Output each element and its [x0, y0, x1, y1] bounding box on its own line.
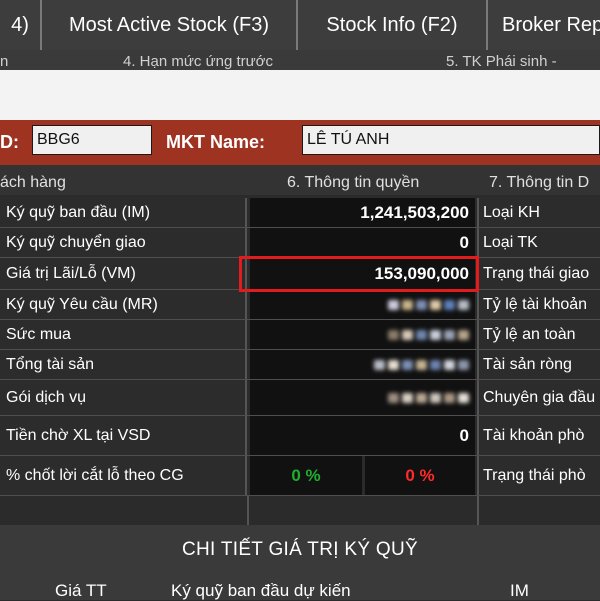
tab-label: Stock Info (F2): [326, 13, 458, 36]
blank-panel: [0, 70, 600, 120]
tab-info-d[interactable]: 7. Thông tin D: [489, 165, 589, 195]
account-id-value: BBG6: [37, 131, 80, 148]
row-value-redacted: [250, 290, 475, 319]
row-label: Ký quỹ chuyển giao: [0, 228, 247, 257]
subnav-item-derivatives-account[interactable]: 5. TK Phái sinh -: [446, 50, 557, 70]
redacted-blur: [250, 392, 469, 403]
column-header-expected-im: Ký quỹ ban đầu dự kiến: [171, 581, 351, 600]
table-row-service-package: Gói dịch vụ Chuyên gia đầu: [0, 380, 600, 416]
row-value: 0: [250, 416, 475, 455]
tab-rights-info[interactable]: 6. Thông tin quyền: [287, 165, 419, 195]
row-right-label: Tài sản ròng: [477, 350, 600, 379]
top-tab-bar: 4) Most Active Stock (F3) Stock Info (F2…: [0, 0, 600, 50]
sub-navigation: n 4. Hạn mức ứng trước 5. TK Phái sinh -: [0, 50, 600, 70]
row-label: Tiền chờ XL tại VSD: [0, 416, 247, 455]
row-value: 1,241,503,200: [250, 198, 475, 227]
row-label: Sức mua: [0, 320, 247, 349]
row-label: Ký quỹ Yêu cầu (MR): [0, 290, 247, 319]
profit-percent: 0 %: [250, 456, 362, 495]
tab-customer-info[interactable]: ách hàng: [0, 165, 66, 195]
redacted-blur: [250, 359, 469, 370]
redacted-blur: [250, 299, 469, 310]
tab-broker-rep[interactable]: Broker Rep: [488, 0, 600, 50]
row-right-label: Tỷ lệ an toàn: [477, 320, 600, 349]
table-row-im: Ký quỹ ban đầu (IM) 1,241,503,200 Loại K…: [0, 198, 600, 228]
highlight-box: [239, 256, 479, 292]
tab-label: 4): [11, 13, 29, 36]
account-id-label: D:: [0, 132, 19, 152]
table-row-total-assets: Tổng tài sản Tài sản ròng: [0, 350, 600, 380]
margin-detail-title: CHI TIẾT GIÁ TRỊ KÝ QUỸ: [0, 525, 600, 575]
account-id-field[interactable]: BBG6: [32, 125, 152, 155]
row-label: Giá trị Lãi/Lỗ (VM): [0, 258, 247, 289]
table-row-buying-power: Sức mua Tỷ lệ an toàn: [0, 320, 600, 350]
spacer-row: [0, 496, 600, 525]
mkt-name-label: MKT Name:: [166, 132, 266, 152]
row-right-label: Loại TK: [477, 228, 600, 257]
tab-stock-info[interactable]: Stock Info (F2): [298, 0, 488, 50]
subnav-item-advance-limit[interactable]: 4. Hạn mức ứng trước: [123, 50, 273, 70]
table-row-mr: Ký quỹ Yêu cầu (MR) Tỷ lệ tài khoản: [0, 290, 600, 320]
margin-detail-header: Giá TT Ký quỹ ban đầu dự kiến IM: [0, 575, 600, 600]
table-row-transfer-margin: Ký quỹ chuyển giao 0 Loại TK: [0, 228, 600, 258]
divider: [247, 496, 249, 525]
table-row-pending-vsd: Tiền chờ XL tại VSD 0 Tài khoản phò: [0, 416, 600, 456]
row-right-label: Loại KH: [477, 198, 600, 227]
row-label: Ký quỹ ban đầu (IM): [0, 198, 247, 227]
mkt-name-field[interactable]: LÊ TÚ ANH: [302, 125, 600, 155]
redacted-blur: [250, 329, 469, 340]
subnav-item-partial[interactable]: n: [0, 50, 8, 70]
row-value-redacted: [250, 380, 475, 415]
row-value: 0: [250, 228, 475, 257]
tab-label: Broker Rep: [502, 13, 600, 36]
table-row-take-profit-stop-loss: % chốt lời cắt lỗ theo CG 0 % 0 % Trạng …: [0, 456, 600, 496]
column-header-im: IM: [510, 581, 529, 600]
loss-percent: 0 %: [365, 456, 475, 495]
row-label: Tổng tài sản: [0, 350, 247, 379]
row-value-redacted: [250, 350, 475, 379]
tab-most-active-stock[interactable]: Most Active Stock (F3): [42, 0, 298, 50]
row-label: % chốt lời cắt lỗ theo CG: [0, 456, 247, 495]
row-right-label: Trạng thái giao: [477, 258, 600, 289]
row-value-redacted: [250, 320, 475, 349]
tab-label: Most Active Stock (F3): [68, 13, 270, 36]
tab-partial-left[interactable]: 4): [0, 0, 42, 50]
column-header-market-price: Giá TT: [55, 581, 107, 600]
row-right-label: Tỷ lệ tài khoản: [477, 290, 600, 319]
row-right-label: Tài khoản phò: [477, 416, 600, 455]
row-right-label: Trạng thái phò: [477, 456, 600, 495]
mkt-name-value: LÊ TÚ ANH: [307, 131, 390, 148]
row-right-label: Chuyên gia đầu: [477, 380, 600, 415]
divider: [477, 496, 479, 525]
row-label: Gói dịch vụ: [0, 380, 247, 415]
